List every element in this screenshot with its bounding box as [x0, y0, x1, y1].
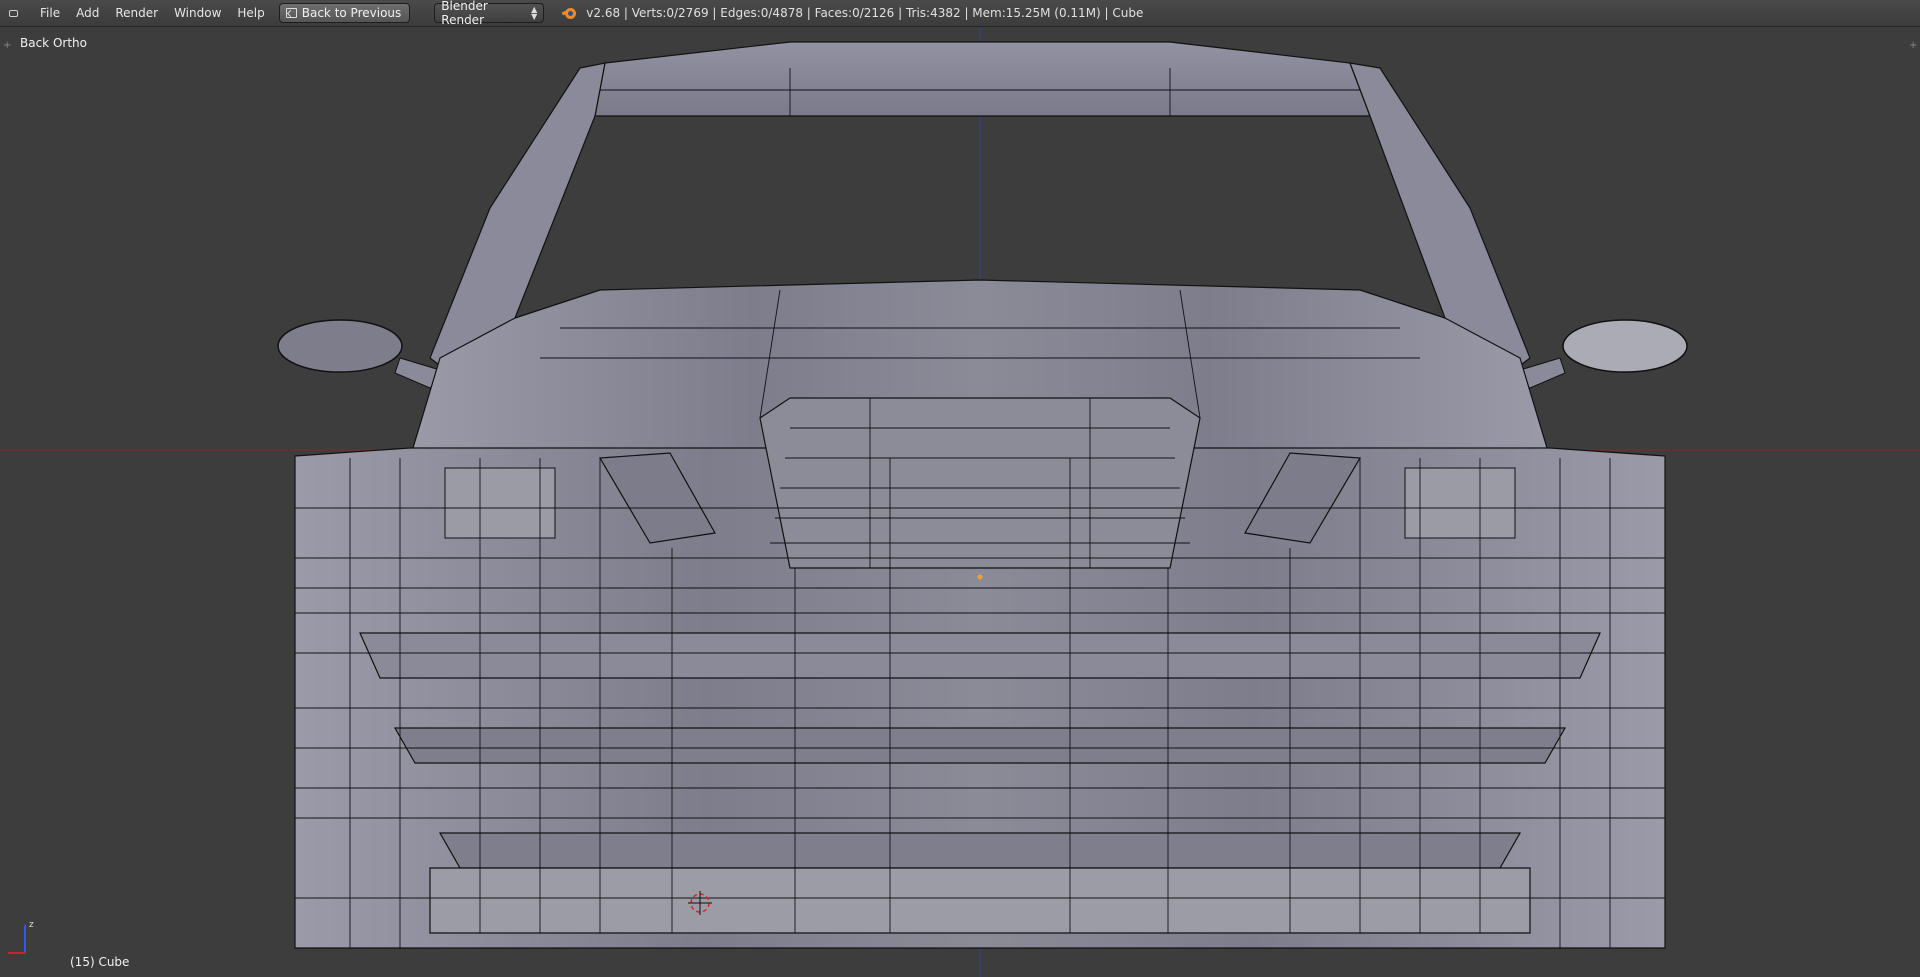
bumper-mid: [393, 727, 1567, 764]
render-engine-value: Blender Render: [441, 0, 488, 27]
back-icon: [285, 8, 297, 18]
active-object-label: (15) Cube: [70, 955, 130, 969]
roof: [594, 41, 1371, 117]
bumper-lower: [438, 832, 1522, 869]
editor-type-icon[interactable]: [4, 4, 22, 22]
blender-logo-icon: [561, 5, 578, 21]
3d-viewport[interactable]: z Back Ortho (15) Cube + +: [0, 28, 1920, 977]
region-toggle-left-icon[interactable]: +: [3, 41, 11, 51]
right-mirror: [1562, 319, 1688, 373]
menu-file[interactable]: File: [32, 0, 68, 27]
bumper-upper: [359, 632, 1601, 679]
menu-render[interactable]: Render: [107, 0, 166, 27]
region-toggle-right-icon[interactable]: +: [1909, 41, 1917, 51]
dropdown-arrows-icon: ▲ ▼: [531, 5, 538, 21]
info-header: File Add Render Window Help Back to Prev…: [0, 0, 1920, 27]
scene-stats: v2.68 | Verts:0/2769 | Edges:0/4878 | Fa…: [586, 6, 1144, 20]
svg-text:z: z: [29, 920, 34, 930]
left-mirror: [277, 319, 403, 373]
menu-window[interactable]: Window: [166, 0, 229, 27]
menu-help[interactable]: Help: [229, 0, 272, 27]
left-lamp-block: [444, 467, 556, 539]
view-name-label: Back Ortho: [20, 36, 87, 50]
back-to-previous-button[interactable]: Back to Previous: [278, 3, 411, 23]
license-recess: [759, 397, 1201, 569]
back-to-previous-label: Back to Previous: [301, 6, 402, 20]
axis-gizmo-icon: z: [8, 920, 34, 954]
object-origin: [977, 574, 983, 580]
mesh-wireframe: z: [0, 28, 1920, 977]
right-lamp-block: [1404, 467, 1516, 539]
menu-add[interactable]: Add: [68, 0, 107, 27]
diffuser: [429, 867, 1531, 934]
render-engine-select[interactable]: Blender Render ▲ ▼: [434, 0, 545, 27]
